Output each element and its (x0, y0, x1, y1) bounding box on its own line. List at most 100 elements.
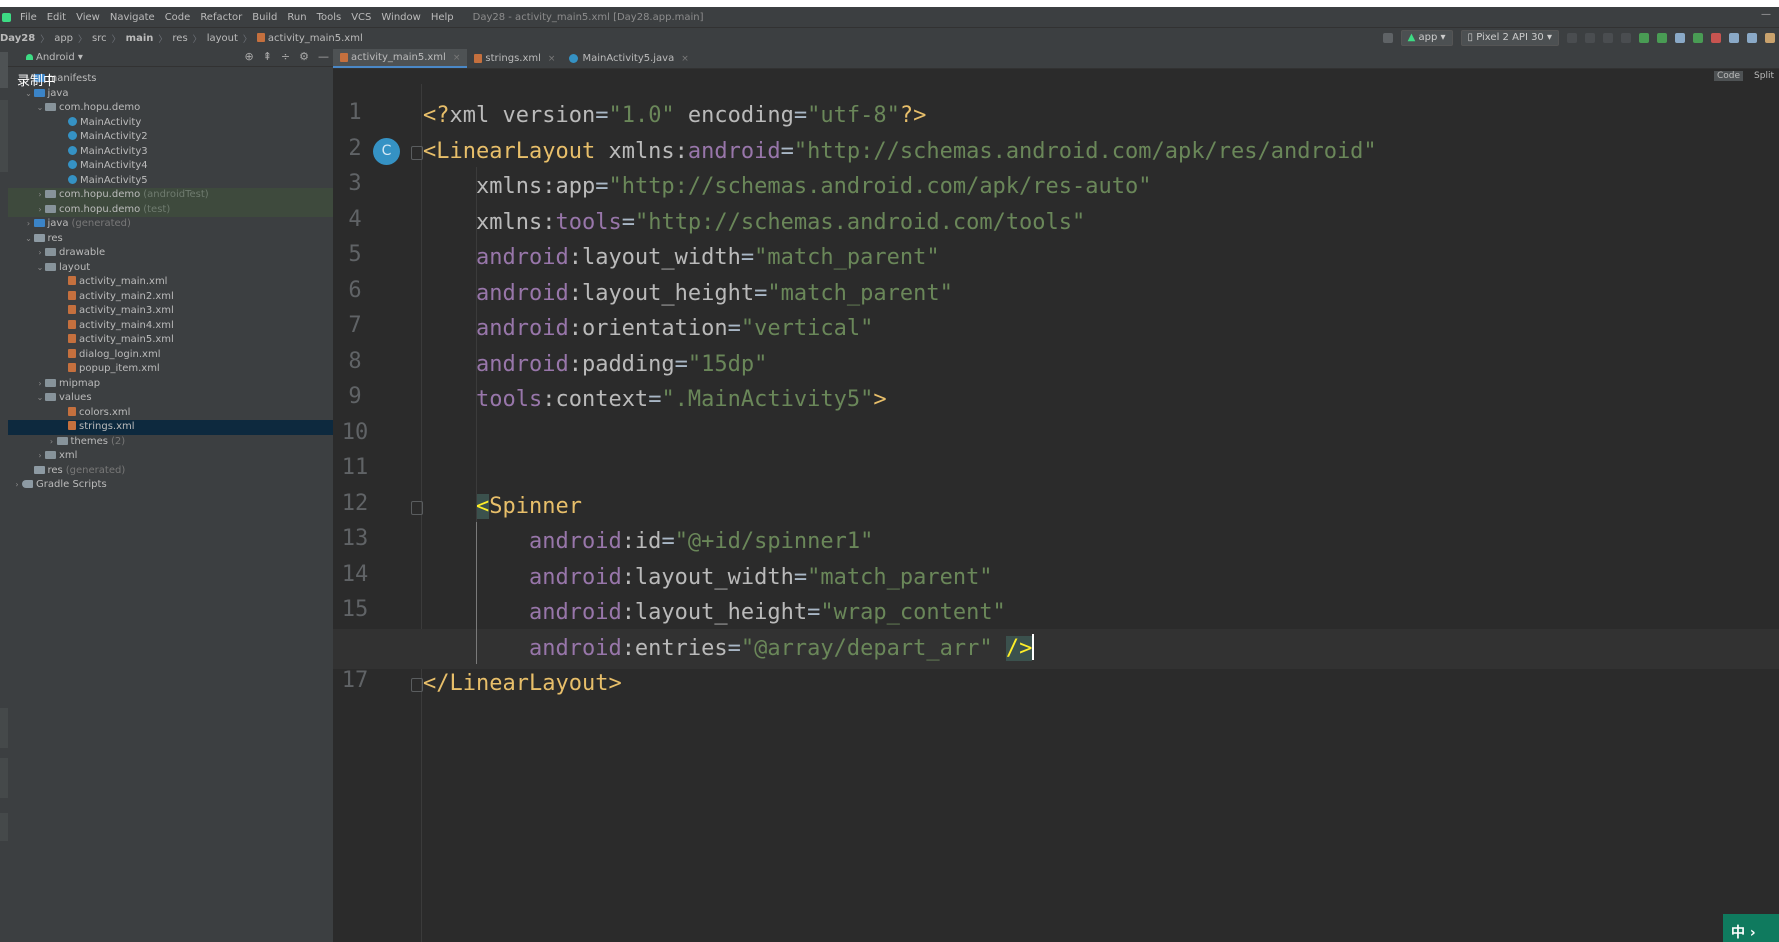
breadcrumb-item[interactable]: main (126, 33, 154, 44)
line-number[interactable]: 11 (337, 455, 373, 480)
chevron-down-icon[interactable]: ⌄ (24, 232, 34, 247)
tree-item[interactable]: › themes (2) (8, 435, 333, 450)
fold-marker-icon[interactable] (411, 678, 423, 692)
tree-item[interactable]: ⌄ layout (8, 261, 333, 276)
tree-item[interactable]: activity_main5.xml (8, 333, 333, 348)
gear-icon[interactable]: ⚙ (299, 50, 309, 63)
minimize-button[interactable]: — (1761, 9, 1771, 20)
line-number[interactable]: 5 (337, 242, 373, 267)
code-line[interactable]: android:layout_width="match_parent" (423, 238, 940, 278)
ime-indicator[interactable]: 中 › (1723, 914, 1779, 942)
tree-item[interactable]: activity_main4.xml (8, 319, 333, 334)
code-line[interactable]: android:id="@+id/spinner1" (423, 522, 873, 562)
expand-all-icon[interactable]: ÷ (281, 50, 290, 63)
breadcrumb-file[interactable]: activity_main5.xml (256, 32, 363, 44)
chevron-right-icon[interactable]: › (35, 377, 45, 392)
breadcrumb-item[interactable]: res (172, 33, 187, 44)
close-icon[interactable]: × (681, 54, 689, 64)
menu-edit[interactable]: Edit (42, 12, 71, 23)
hammer-icon[interactable] (1382, 33, 1393, 43)
menu-help[interactable]: Help (426, 12, 459, 23)
code-line[interactable]: <Spinner (423, 487, 582, 527)
tree-item[interactable]: ⌄ java (8, 87, 333, 102)
split-mode-button[interactable]: Split (1751, 71, 1777, 81)
close-icon[interactable]: × (548, 54, 556, 64)
chevron-down-icon[interactable]: ⌄ (35, 101, 45, 116)
line-number[interactable]: 10 (337, 420, 373, 445)
line-number[interactable]: 4 (337, 207, 373, 232)
apply-code-icon[interactable] (1603, 33, 1613, 43)
code-line[interactable]: <LinearLayout xmlns:android="http://sche… (423, 132, 1377, 172)
tree-item[interactable]: ⌄ res (8, 232, 333, 247)
breadcrumb-item[interactable]: src (92, 33, 107, 44)
tree-item[interactable]: res (generated) (8, 464, 333, 479)
close-icon[interactable]: × (453, 53, 461, 63)
tree-item[interactable]: › mipmap (8, 377, 333, 392)
line-number[interactable]: 8 (337, 349, 373, 374)
collapse-all-icon[interactable]: ⇞ (263, 50, 272, 63)
chevron-right-icon[interactable]: › (35, 246, 45, 261)
tree-item[interactable]: dialog_login.xml (8, 348, 333, 363)
device-dropdown[interactable]: ▯ Pixel 2 API 30 ▾ (1460, 30, 1559, 46)
menu-build[interactable]: Build (247, 12, 282, 23)
device-manager-icon[interactable] (1747, 33, 1757, 43)
line-number[interactable]: 2 (337, 136, 373, 161)
tree-item[interactable]: › xml (8, 449, 333, 464)
stop-icon[interactable] (1711, 33, 1721, 43)
code-line[interactable]: android:entries="@array/depart_arr" /> (333, 628, 1779, 669)
tree-item[interactable]: MainActivity2 (8, 130, 333, 145)
line-number[interactable]: 9 (337, 384, 373, 409)
tree-item[interactable]: popup_item.xml (8, 362, 333, 377)
code-line[interactable]: xmlns:app="http://schemas.android.com/ap… (423, 167, 1152, 207)
tree-item[interactable]: colors.xml (8, 406, 333, 421)
tree-item[interactable]: › com.hopu.demo (androidTest) (8, 188, 333, 203)
code-line[interactable]: android:layout_height="match_parent" (423, 274, 953, 314)
line-number[interactable]: 6 (337, 278, 373, 303)
line-number[interactable]: 17 (337, 668, 373, 693)
locate-icon[interactable]: ⊕ (244, 50, 253, 63)
sdk-manager-icon[interactable] (1765, 33, 1775, 43)
menu-view[interactable]: View (71, 12, 105, 23)
editor-tab[interactable]: activity_main5.xml × (333, 49, 468, 68)
chevron-right-icon[interactable]: › (35, 188, 45, 203)
breadcrumb-item[interactable]: app (54, 33, 73, 44)
line-number[interactable]: 1 (337, 100, 373, 125)
debug-icon[interactable] (1657, 33, 1667, 43)
run-config-dropdown[interactable]: ▲ app ▾ (1400, 30, 1453, 46)
fold-marker-icon[interactable] (411, 500, 423, 515)
menu-tools[interactable]: Tools (312, 12, 347, 23)
line-number[interactable]: 13 (337, 526, 373, 551)
class-reference-badge-icon[interactable]: C (373, 137, 400, 165)
line-number[interactable]: 15 (337, 597, 373, 622)
tree-item[interactable]: › manifests (8, 72, 333, 87)
menu-refactor[interactable]: Refactor (195, 12, 247, 23)
hide-panel-icon[interactable]: — (318, 50, 329, 63)
menu-file[interactable]: File (15, 12, 42, 23)
tree-item[interactable]: activity_main2.xml (8, 290, 333, 305)
chevron-down-icon[interactable]: ⌄ (35, 391, 45, 406)
editor-tab[interactable]: strings.xml × (467, 49, 562, 68)
code-line[interactable]: android:orientation="vertical" (423, 309, 873, 349)
chevron-right-icon[interactable]: › (47, 435, 57, 450)
tree-item[interactable]: ⌄ com.hopu.demo (8, 101, 333, 116)
editor-tab[interactable]: MainActivity5.java × (562, 49, 695, 68)
code-area[interactable]: <?xml version="1.0" encoding="utf-8"?> <L… (333, 84, 1779, 942)
line-number[interactable]: 7 (337, 313, 373, 338)
tree-item[interactable]: › drawable (8, 246, 333, 261)
chevron-right-icon[interactable]: › (35, 203, 45, 218)
tree-item[interactable]: ⌄ values (8, 391, 333, 406)
tree-item[interactable]: › java (generated) (8, 217, 333, 232)
project-view-selector[interactable]: Android ▾ (26, 52, 83, 63)
tree-item[interactable]: activity_main3.xml (8, 304, 333, 319)
tree-item[interactable]: › com.hopu.demo (test) (8, 202, 333, 218)
tree-item[interactable]: › Gradle Scripts (8, 478, 333, 493)
tree-item[interactable]: MainActivity5 (8, 174, 333, 189)
code-mode-button[interactable]: Code (1713, 71, 1744, 81)
code-line[interactable]: android:layout_width="match_parent" (423, 558, 993, 598)
chevron-right-icon[interactable]: › (35, 449, 45, 464)
line-number[interactable]: 12 (337, 491, 373, 516)
chevron-right-icon[interactable]: › (24, 217, 34, 232)
menu-run[interactable]: Run (282, 12, 311, 23)
fold-marker-icon[interactable] (411, 145, 423, 160)
code-line[interactable]: tools:context=".MainActivity5"> (423, 380, 887, 420)
